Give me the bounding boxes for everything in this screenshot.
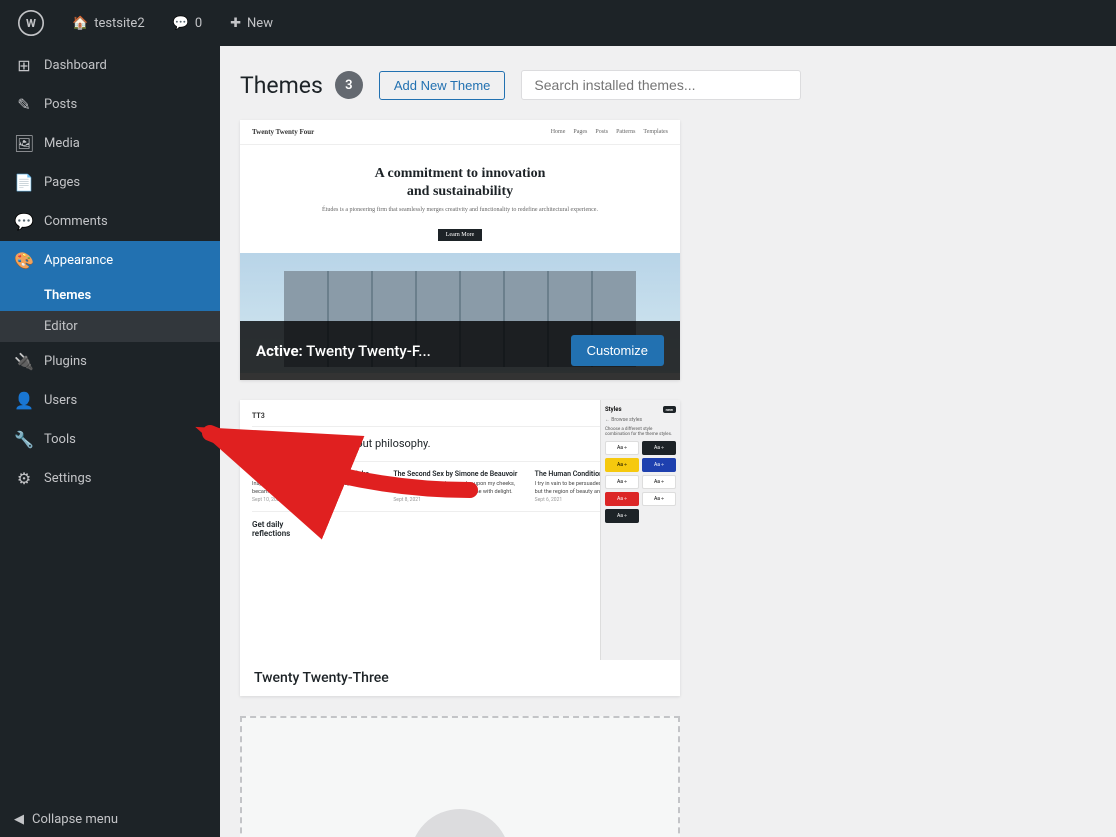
- page-title: Themes: [240, 72, 323, 99]
- users-icon: 👤: [14, 391, 34, 410]
- sidebar-item-dashboard[interactable]: ⊞ Dashboard: [0, 46, 220, 85]
- posts-icon: ✎: [14, 95, 34, 114]
- sidebar: ⊞ Dashboard ✎ Posts 🖼 Media 📄 Pages 💬 Co…: [0, 0, 220, 837]
- tools-icon: 🔧: [14, 430, 34, 449]
- tt4-preview: Twenty Twenty Four HomePagesPostsPattern…: [240, 120, 680, 380]
- plugins-icon: 🔌: [14, 352, 34, 371]
- tt4-active-overlay: Active: Twenty Twenty-F... Customize: [240, 321, 680, 380]
- tt3-card-footer: Twenty Twenty-Three: [240, 660, 680, 696]
- page-header: Themes 3 Add New Theme: [240, 70, 1096, 100]
- comments-nav-icon: 💬: [14, 212, 34, 231]
- plus-icon: ✚: [230, 16, 241, 31]
- sidebar-item-plugins[interactable]: 🔌 Plugins: [0, 342, 220, 381]
- themes-grid: Twenty Twenty Four HomePagesPostsPattern…: [240, 120, 1096, 837]
- sidebar-item-tools[interactable]: 🔧 Tools: [0, 420, 220, 459]
- page-title-wrap: Themes 3: [240, 71, 363, 99]
- customize-button[interactable]: Customize: [571, 335, 664, 366]
- sidebar-item-pages[interactable]: 📄 Pages: [0, 163, 220, 202]
- admin-bar-new[interactable]: ✚ New: [224, 16, 279, 31]
- collapse-menu-button[interactable]: ◀ Collapse menu: [0, 802, 220, 837]
- search-input[interactable]: [521, 70, 801, 100]
- sidebar-item-comments[interactable]: 💬 Comments: [0, 202, 220, 241]
- wp-logo-icon: W: [18, 10, 44, 36]
- main-content: Themes 3 Add New Theme Twenty Twenty Fou…: [220, 0, 1116, 837]
- home-icon: 🏠: [72, 16, 88, 31]
- dashboard-icon: ⊞: [14, 56, 34, 75]
- add-theme-plus-icon: +: [410, 809, 510, 837]
- sidebar-item-settings[interactable]: ⚙ Settings: [0, 459, 220, 498]
- theme-count-badge: 3: [335, 71, 363, 99]
- pages-icon: 📄: [14, 173, 34, 192]
- comments-icon: 💬: [173, 16, 189, 31]
- tt3-preview: TT3 AboutBooksAll Posts Mindblown: a blo…: [240, 400, 680, 660]
- admin-bar-site[interactable]: 🏠 testsite2: [66, 16, 151, 31]
- admin-bar-comments[interactable]: 💬 0: [167, 16, 209, 31]
- tt3-theme-name: Twenty Twenty-Three: [254, 670, 666, 686]
- sidebar-item-posts[interactable]: ✎ Posts: [0, 85, 220, 124]
- add-new-theme-button[interactable]: Add New Theme: [379, 71, 506, 100]
- collapse-icon: ◀: [14, 812, 24, 827]
- svg-text:W: W: [26, 16, 36, 30]
- add-theme-card[interactable]: + Add New Theme: [240, 716, 680, 837]
- appearance-submenu: Themes Editor: [0, 280, 220, 342]
- tt4-nav: Twenty Twenty Four HomePagesPostsPattern…: [240, 120, 680, 145]
- tt3-styles-panel: Styles new ← Browse styles Choose a diff…: [600, 400, 680, 660]
- sidebar-item-media[interactable]: 🖼 Media: [0, 124, 220, 163]
- theme-card-tt3[interactable]: TT3 AboutBooksAll Posts Mindblown: a blo…: [240, 400, 680, 696]
- theme-card-tt4[interactable]: Twenty Twenty Four HomePagesPostsPattern…: [240, 120, 680, 380]
- sidebar-item-editor[interactable]: Editor: [0, 311, 220, 342]
- wp-logo-item[interactable]: W: [12, 10, 50, 36]
- active-label: Active: Twenty Twenty-F...: [256, 342, 431, 360]
- appearance-icon: 🎨: [14, 251, 34, 270]
- sidebar-item-users[interactable]: 👤 Users: [0, 381, 220, 420]
- sidebar-item-themes[interactable]: Themes: [0, 280, 220, 311]
- settings-icon: ⚙: [14, 469, 34, 488]
- media-icon: 🖼: [14, 134, 34, 153]
- admin-bar: W 🏠 testsite2 💬 0 ✚ New: [0, 0, 1116, 46]
- sidebar-item-appearance[interactable]: 🎨 Appearance: [0, 241, 220, 280]
